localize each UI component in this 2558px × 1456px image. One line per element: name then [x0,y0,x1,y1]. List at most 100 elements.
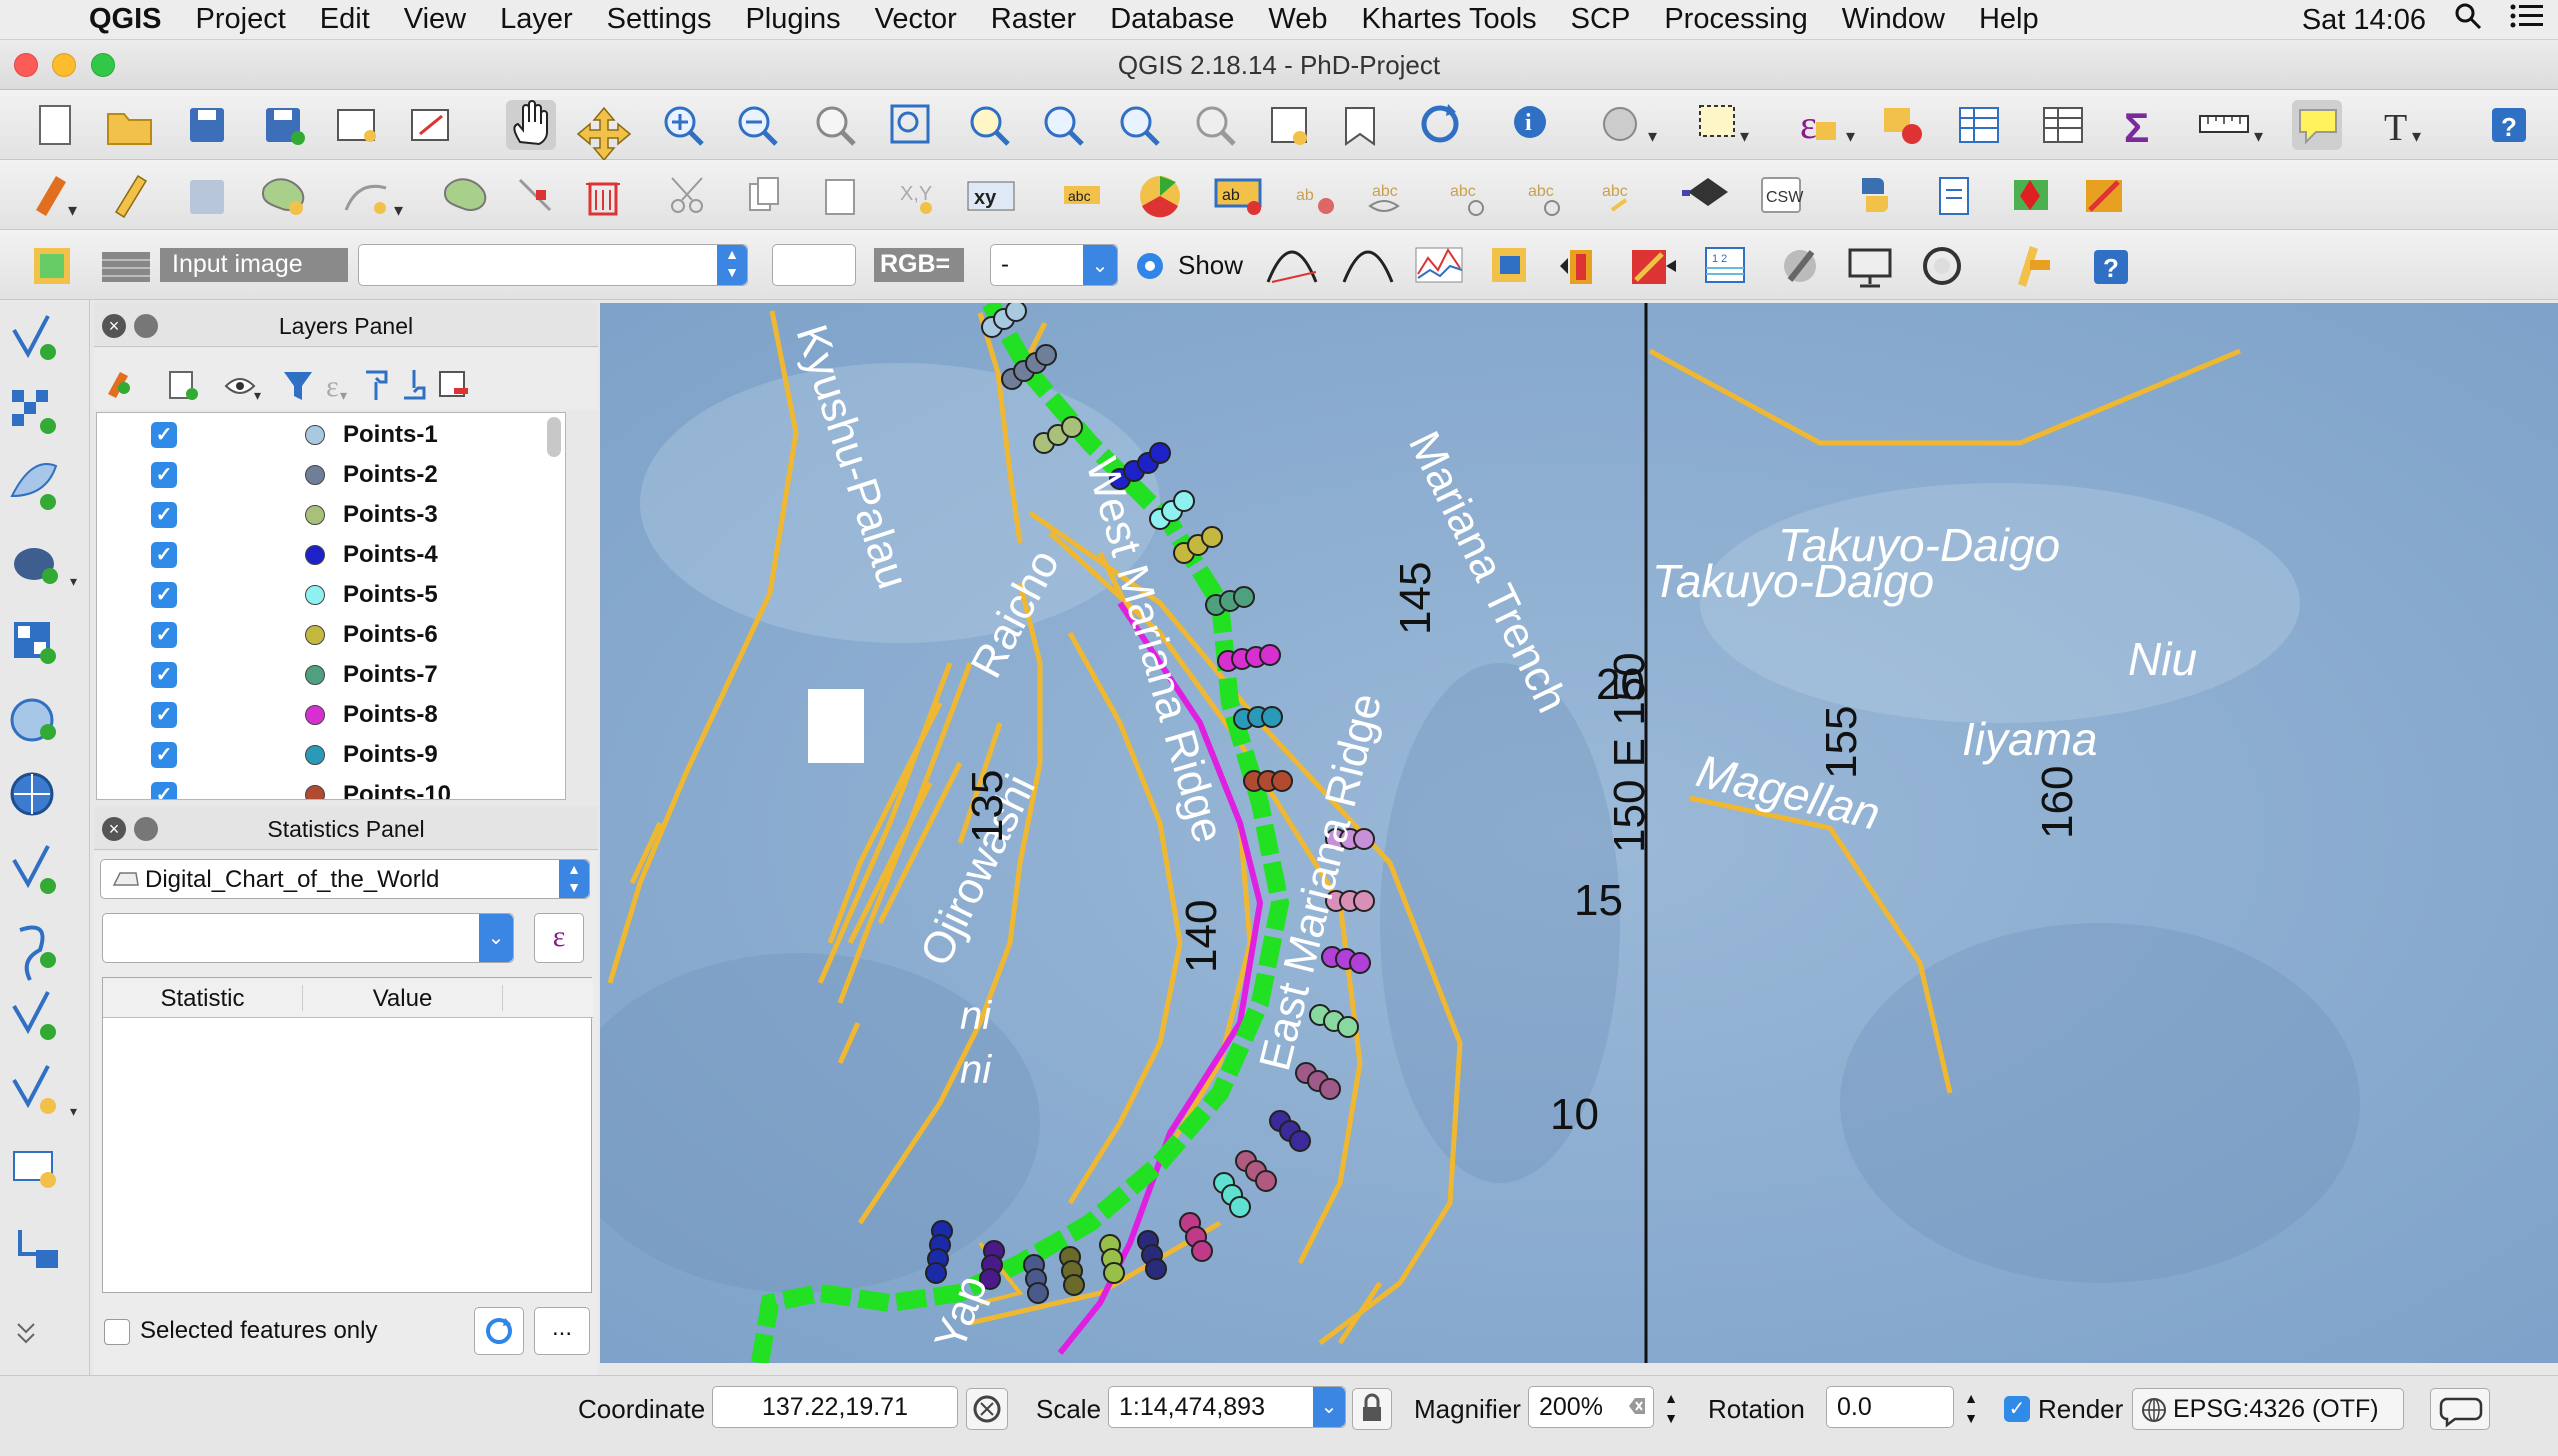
label-show-hide-icon[interactable]: abc [1368,183,1400,212]
add-feature-icon[interactable] [262,178,305,215]
new-geopackage-icon[interactable] [12,991,56,1040]
feature-action-icon[interactable]: ▾ [1603,107,1657,146]
new-map-view-icon[interactable] [1271,107,1307,145]
layer-row-points-5[interactable]: ✓ Points-5 [97,575,565,615]
menubar-clock[interactable]: Sat 14:06 [2288,4,2440,37]
refresh-icon[interactable] [1421,104,1459,143]
add-wfs-layer-icon[interactable] [10,772,54,816]
statistics-field-combobox[interactable]: ⌄ [102,913,514,963]
metasearch-icon[interactable] [1682,178,1728,206]
save-project-icon[interactable] [190,108,224,142]
composer-manager-icon[interactable] [411,109,449,141]
label-highlight-icon[interactable]: ab [1214,178,1262,215]
label-rotate-icon[interactable]: abc [1528,183,1560,216]
measure-line-icon[interactable]: ▾ [2199,115,2263,146]
collapse-all-icon[interactable] [404,370,426,400]
scale-lock-button[interactable] [1352,1388,1392,1430]
layer-visibility-checkbox[interactable]: ✓ [151,622,177,648]
layer-row-points-7[interactable]: ✓ Points-7 [97,655,565,695]
select-by-expression-icon[interactable]: ε ▾ [1800,102,1855,147]
zoom-native-icon[interactable] [816,106,856,146]
csw-icon[interactable]: CSW [1761,177,1804,213]
zoom-next-icon[interactable] [1196,106,1236,146]
add-spatialite-layer-icon[interactable] [10,463,58,510]
coordinate-field[interactable]: 137.22,19.71 [712,1386,958,1428]
add-vector-layer-icon[interactable] [12,315,56,360]
xy-tool-icon[interactable]: X,Y [900,183,932,214]
input-image-dropdown-icon[interactable]: ▲ ▼ [717,245,747,285]
label-pin-move-icon[interactable]: abc [1450,183,1484,216]
histogram-stretch-icon[interactable] [1266,250,1318,283]
select-features-icon[interactable]: ▾ [1699,105,1749,146]
recalculate-button[interactable] [474,1307,524,1355]
render-checkbox[interactable]: ✓ [2004,1396,2030,1422]
menu-scp[interactable]: SCP [1554,3,1648,36]
save-layer-edits-icon[interactable] [190,180,224,214]
scp-help-icon[interactable]: ? [2094,250,2128,284]
new-project-icon[interactable] [39,105,71,145]
scale-combobox[interactable]: 1:14,474,893 ⌄ [1108,1386,1346,1428]
zoom-to-selection-icon[interactable] [970,106,1010,146]
layer-visibility-checkbox[interactable]: ✓ [151,702,177,728]
menu-web[interactable]: Web [1251,3,1344,36]
layer-tree-scrollbar[interactable] [547,417,561,457]
scp-pencil-icon[interactable] [2018,246,2050,287]
messages-button[interactable] [2430,1388,2490,1430]
zoom-to-layer-icon[interactable] [1044,106,1084,146]
remove-layer-icon[interactable] [439,371,468,397]
cut-features-icon[interactable] [671,177,703,213]
identify-features-icon[interactable]: i [1514,106,1546,138]
map-canvas[interactable]: Kyushu-Palau Raicho Ojirowashi West Mari… [600,303,2558,1363]
expand-all-icon[interactable] [366,370,388,400]
notification-center-icon[interactable] [2496,3,2558,37]
refresh-image-button[interactable] [772,244,856,286]
label-change-icon[interactable]: abc [1602,183,1628,212]
layer-visibility-checkbox[interactable]: ✓ [151,582,177,608]
add-raster-layer-icon[interactable] [12,390,56,434]
layer-row-points-10[interactable]: ✓ Points-10 [97,775,565,799]
scale-dropdown-icon[interactable]: ⌄ [1313,1387,1345,1427]
rotation-field[interactable]: 0.0 [1826,1386,1954,1428]
show-radio-icon[interactable] [1137,253,1163,279]
band-calc-icon[interactable] [1632,250,1676,284]
statistics-field-dropdown-icon[interactable]: ⌄ [479,914,513,962]
move-feature-icon[interactable] [444,178,487,211]
add-delimited-text-icon[interactable] [13,1151,56,1188]
python-console-icon[interactable] [1862,178,1888,212]
filter-by-expression-icon[interactable]: ε ▾ [326,370,347,403]
plugin-green-pin-icon[interactable] [2014,180,2048,210]
scp-display-icon[interactable] [1848,248,1892,288]
label-tool-abc-icon[interactable]: abc [1064,186,1100,204]
open-layer-styling-icon[interactable] [108,372,130,398]
add-wcs-layer-icon[interactable] [10,698,56,742]
new-bookmark-icon[interactable] [1345,107,1375,146]
deselect-all-icon[interactable] [1884,108,1922,144]
expand-more-icon[interactable] [17,1323,35,1344]
coordinate-toggle-button[interactable] [966,1388,1008,1430]
spotlight-search-icon[interactable] [2440,2,2496,38]
menu-view[interactable]: View [387,3,483,36]
spectral-plot-icon[interactable] [1415,247,1463,283]
layer-visibility-checkbox[interactable]: ✓ [151,782,177,799]
scp-cycle-icon[interactable] [1923,247,1961,285]
menu-project[interactable]: Project [179,3,303,36]
scp-settings-icon[interactable] [1784,250,1816,282]
menu-help[interactable]: Help [1962,3,2056,36]
zoom-full-icon[interactable] [890,104,930,144]
layer-row-points-2[interactable]: ✓ Points-2 [97,455,565,495]
menu-processing[interactable]: Processing [1647,3,1824,36]
expression-button[interactable]: ε [534,913,584,963]
new-shapefile-icon[interactable] [12,845,56,894]
menu-plugins[interactable]: Plugins [728,3,857,36]
plugin-docs-icon[interactable] [1939,177,1969,215]
save-as-icon[interactable] [266,108,305,145]
layer-visibility-checkbox[interactable]: ✓ [151,422,177,448]
xy-coordinates-icon[interactable]: xy [967,181,1015,211]
statistics-layer-dropdown-icon[interactable]: ▲ ▼ [559,860,589,898]
node-tool-icon[interactable] [518,178,552,212]
layer-row-points-1[interactable]: ✓ Points-1 [97,415,565,455]
zoom-out-icon[interactable] [738,106,778,146]
column-header-value[interactable]: Value [303,985,503,1012]
add-group-icon[interactable] [169,371,198,400]
menu-khartes-tools[interactable]: Khartes Tools [1344,3,1553,36]
